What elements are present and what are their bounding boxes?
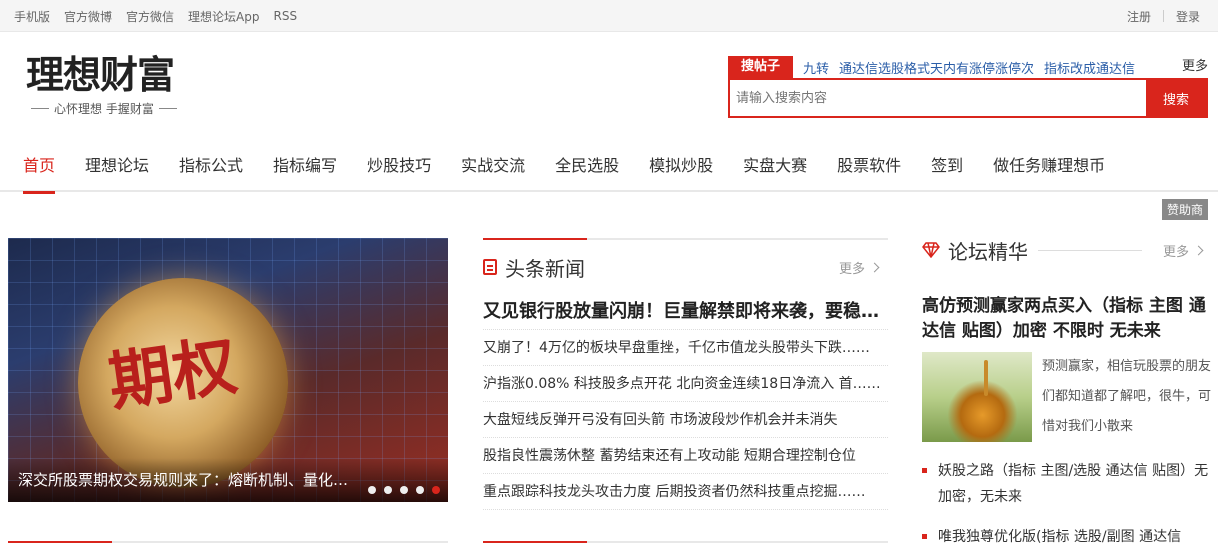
nav-item-checkin[interactable]: 签到	[916, 140, 978, 192]
carousel-dot-active[interactable]	[432, 486, 440, 494]
top-bar: 手机版 官方微博 官方微信 理想论坛App RSS 注册 登录	[0, 0, 1218, 32]
news-headline[interactable]: 又见银行股放量闪崩！巨量解禁即将来袭，要稳住！	[483, 294, 888, 330]
slogan-dash	[31, 108, 49, 109]
logo-wordmark: 理想财富	[26, 53, 175, 97]
search-box: 搜帖子 九转 通达信选股格式天内有涨停涨停次 指标改成通达信 更多 搜索	[728, 56, 1210, 118]
document-icon	[483, 259, 497, 275]
headline-news: 头条新闻 更多 又见银行股放量闪崩！巨量解禁即将来袭，要稳住！ 又崩了！4万亿的…	[483, 238, 888, 538]
nav-item-stock-picking[interactable]: 全民选股	[540, 140, 634, 192]
search-tabs: 搜帖子 九转 通达信选股格式天内有涨停涨停次 指标改成通达信	[728, 56, 1210, 78]
sponsor-badge: 赞助商	[1161, 199, 1208, 220]
forum-header: 论坛精华 更多	[922, 232, 1212, 268]
rss-link[interactable]: RSS	[274, 9, 298, 23]
top-bar-links: 手机版 官方微博 官方微信 理想论坛App RSS	[14, 0, 311, 32]
carousel-dot[interactable]	[368, 486, 376, 494]
thumbnail-dropper	[984, 360, 988, 396]
hot-search-link[interactable]: 九转	[803, 58, 829, 77]
chevron-right-icon	[869, 262, 880, 272]
main-nav: 首页 理想论坛 指标公式 指标编写 炒股技巧 实战交流 全民选股 模拟炒股 实盘…	[0, 140, 1218, 194]
featured-post-thumbnail[interactable]	[922, 352, 1032, 442]
carousel-caption[interactable]: 深交所股票期权交易规则来了：熔断机制、量化交易	[18, 469, 358, 490]
mobile-link[interactable]: 手机版	[14, 8, 50, 25]
register-link[interactable]: 注册	[1127, 8, 1151, 25]
wechat-link[interactable]: 官方微信	[126, 8, 174, 25]
nav-item-home[interactable]: 首页	[8, 140, 70, 194]
weibo-link[interactable]: 官方微博	[64, 8, 112, 25]
logo-slogan: 心怀理想 手握财富	[54, 102, 154, 116]
forum-list-item[interactable]: 妖股之路（指标 主图/选股 通达信 贴图）无加密，无未来	[922, 458, 1212, 510]
carousel-dot[interactable]	[400, 486, 408, 494]
app-link[interactable]: 理想论坛App	[188, 8, 259, 25]
site-logo[interactable]: 理想财富 心怀理想 手握财富	[26, 52, 196, 120]
carousel-dot[interactable]	[416, 486, 424, 494]
nav-item-trading-tips[interactable]: 炒股技巧	[352, 140, 446, 192]
news-item[interactable]: 大盘短线反弹开弓没有回头箭 市场波段炒作机会并未消失	[483, 402, 888, 438]
account-links: 注册 登录	[1127, 0, 1200, 32]
featured-post-title[interactable]: 高仿预测赢家两点买入（指标 主图 通达信 贴图）加密 不限时 无未来	[922, 294, 1212, 344]
nav-list: 首页 理想论坛 指标公式 指标编写 炒股技巧 实战交流 全民选股 模拟炒股 实盘…	[8, 140, 1120, 194]
carousel-image-text: 期权	[104, 328, 242, 421]
nav-item-live-contest[interactable]: 实盘大赛	[728, 140, 822, 192]
news-item[interactable]: 沪指涨0.08% 科技股多点开花 北向资金连续18日净流入 首……	[483, 366, 888, 402]
nav-item-indicator-formulas[interactable]: 指标公式	[164, 140, 258, 192]
forum-list-item[interactable]: 唯我独尊优化版(指标 选股/副图 通达信	[922, 524, 1212, 550]
tab-search-posts[interactable]: 搜帖子	[728, 56, 794, 78]
news-title: 头条新闻	[505, 256, 585, 281]
nav-item-practice[interactable]: 实战交流	[446, 140, 540, 192]
search-input[interactable]	[730, 80, 1146, 116]
featured-post: 预测赢家，相信玩股票的朋友们都知道都了解吧，很牛，可惜对我们小散来	[922, 352, 1212, 444]
hot-search-more-link[interactable]: 更多	[1177, 56, 1208, 78]
carousel-dot[interactable]	[384, 486, 392, 494]
nav-item-simulated-trading[interactable]: 模拟炒股	[634, 140, 728, 192]
hot-search-link[interactable]: 通达信选股格式天内有涨停涨停次	[839, 58, 1034, 77]
news-item[interactable]: 又崩了！4万亿的板块早盘重挫，千亿市值龙头股带头下跌……	[483, 330, 888, 366]
section-divider	[8, 541, 448, 543]
news-header: 头条新闻 更多	[483, 240, 888, 294]
divider-accent	[483, 541, 587, 543]
forum-more-label: 更多	[1162, 244, 1189, 260]
forum-highlights: 论坛精华 更多 高仿预测赢家两点买入（指标 主图 通达信 贴图）加密 不限时 无…	[922, 232, 1212, 553]
nav-item-software[interactable]: 股票软件	[822, 140, 916, 192]
carousel-caption-bar: 深交所股票期权交易规则来了：熔断机制、量化交易	[8, 458, 448, 502]
news-more-link[interactable]: 更多	[838, 258, 880, 277]
featured-post-excerpt: 预测赢家，相信玩股票的朋友们都知道都了解吧，很牛，可惜对我们小散来	[1042, 359, 1212, 434]
nav-item-indicator-writing[interactable]: 指标编写	[258, 140, 352, 192]
search-row: 搜索	[728, 78, 1208, 118]
hot-search-link[interactable]: 指标改成通达信	[1044, 58, 1142, 77]
forum-title: 论坛精华	[948, 239, 1028, 264]
slogan-dash	[158, 108, 177, 109]
news-item[interactable]: 重点跟踪科技龙头攻击力度 后期投资者仍然科技重点挖掘……	[483, 474, 888, 510]
nav-item-forum[interactable]: 理想论坛	[70, 140, 164, 192]
news-more-label: 更多	[838, 261, 865, 277]
forum-more-link[interactable]: 更多	[1162, 241, 1204, 260]
logo-slogan-row: 心怀理想 手握财富	[26, 100, 196, 117]
login-link[interactable]: 登录	[1176, 8, 1200, 25]
diamond-icon	[922, 242, 940, 258]
search-button[interactable]: 搜索	[1146, 80, 1206, 116]
divider	[1162, 10, 1164, 22]
carousel-dots	[360, 486, 440, 494]
nav-item-tasks[interactable]: 做任务赚理想币	[978, 140, 1120, 192]
news-item[interactable]: 股指良性震荡休整 蓄势结束还有上攻动能 短期合理控制仓位	[483, 438, 888, 474]
chevron-right-icon	[1193, 245, 1204, 255]
header-rule	[1038, 249, 1142, 251]
divider-accent	[8, 541, 112, 543]
section-divider	[483, 541, 888, 543]
carousel[interactable]: 期权 深交所股票期权交易规则来了：熔断机制、量化交易	[8, 238, 448, 502]
